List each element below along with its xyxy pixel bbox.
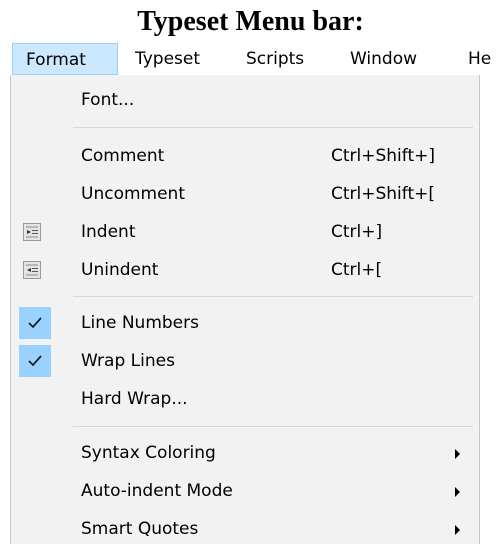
submenu-arrow-icon	[455, 487, 460, 497]
menu-item-shortcut: Ctrl+Shift+]	[331, 146, 436, 166]
indent-icon	[23, 223, 41, 241]
menu-item-wrap-lines[interactable]: Wrap Lines	[11, 342, 479, 380]
menu-typeset[interactable]: Typeset	[135, 43, 200, 75]
menu-format[interactable]: Format	[12, 43, 118, 75]
submenu-arrow-icon	[455, 449, 460, 459]
submenu-arrow-icon	[455, 525, 460, 535]
menu-item-smart-quotes[interactable]: Smart Quotes	[11, 510, 479, 548]
menu-window[interactable]: Window	[350, 43, 417, 75]
menu-separator	[73, 127, 473, 128]
menu-item-indent[interactable]: Indent Ctrl+]	[11, 213, 479, 251]
menu-scripts[interactable]: Scripts	[246, 43, 304, 75]
menu-item-shortcut: Ctrl+]	[331, 222, 383, 242]
menu-item-label: Line Numbers	[81, 313, 199, 333]
menu-item-label: Uncomment	[81, 184, 185, 204]
menu-item-font[interactable]: Font...	[11, 81, 479, 119]
menu-separator	[73, 426, 473, 427]
menu-item-unindent[interactable]: Unindent Ctrl+[	[11, 251, 479, 289]
menu-bar: Format Typeset Scripts Window He	[0, 43, 501, 75]
menu-item-label: Wrap Lines	[81, 351, 175, 371]
menu-item-shortcut: Ctrl+[	[331, 260, 383, 280]
menu-item-shortcut: Ctrl+Shift+[	[331, 184, 436, 204]
unindent-icon	[23, 261, 41, 279]
menu-item-label: Font...	[81, 90, 135, 110]
menu-item-hard-wrap[interactable]: Hard Wrap...	[11, 380, 479, 418]
page-caption: Typeset Menu bar:	[137, 6, 364, 37]
checkmark-icon	[19, 345, 51, 377]
menu-item-auto-indent-mode[interactable]: Auto-indent Mode	[11, 472, 479, 510]
menu-item-label: Unindent	[81, 260, 159, 280]
menu-item-comment[interactable]: Comment Ctrl+Shift+]	[11, 137, 479, 175]
menu-item-label: Comment	[81, 146, 165, 166]
menu-item-syntax-coloring[interactable]: Syntax Coloring	[11, 434, 479, 472]
menu-item-uncomment[interactable]: Uncomment Ctrl+Shift+[	[11, 175, 479, 213]
menu-item-label: Indent	[81, 222, 136, 242]
menu-separator	[73, 296, 473, 297]
menu-item-label: Syntax Coloring	[81, 443, 216, 463]
menu-item-label: Auto-indent Mode	[81, 481, 233, 501]
format-dropdown-menu: Font... Comment Ctrl+Shift+] Uncomment C…	[10, 75, 480, 544]
checkmark-icon	[19, 307, 51, 339]
menu-help[interactable]: He	[468, 43, 491, 75]
menu-item-line-numbers[interactable]: Line Numbers	[11, 304, 479, 342]
menu-item-label: Smart Quotes	[81, 519, 199, 539]
menu-item-label: Hard Wrap...	[81, 389, 188, 409]
